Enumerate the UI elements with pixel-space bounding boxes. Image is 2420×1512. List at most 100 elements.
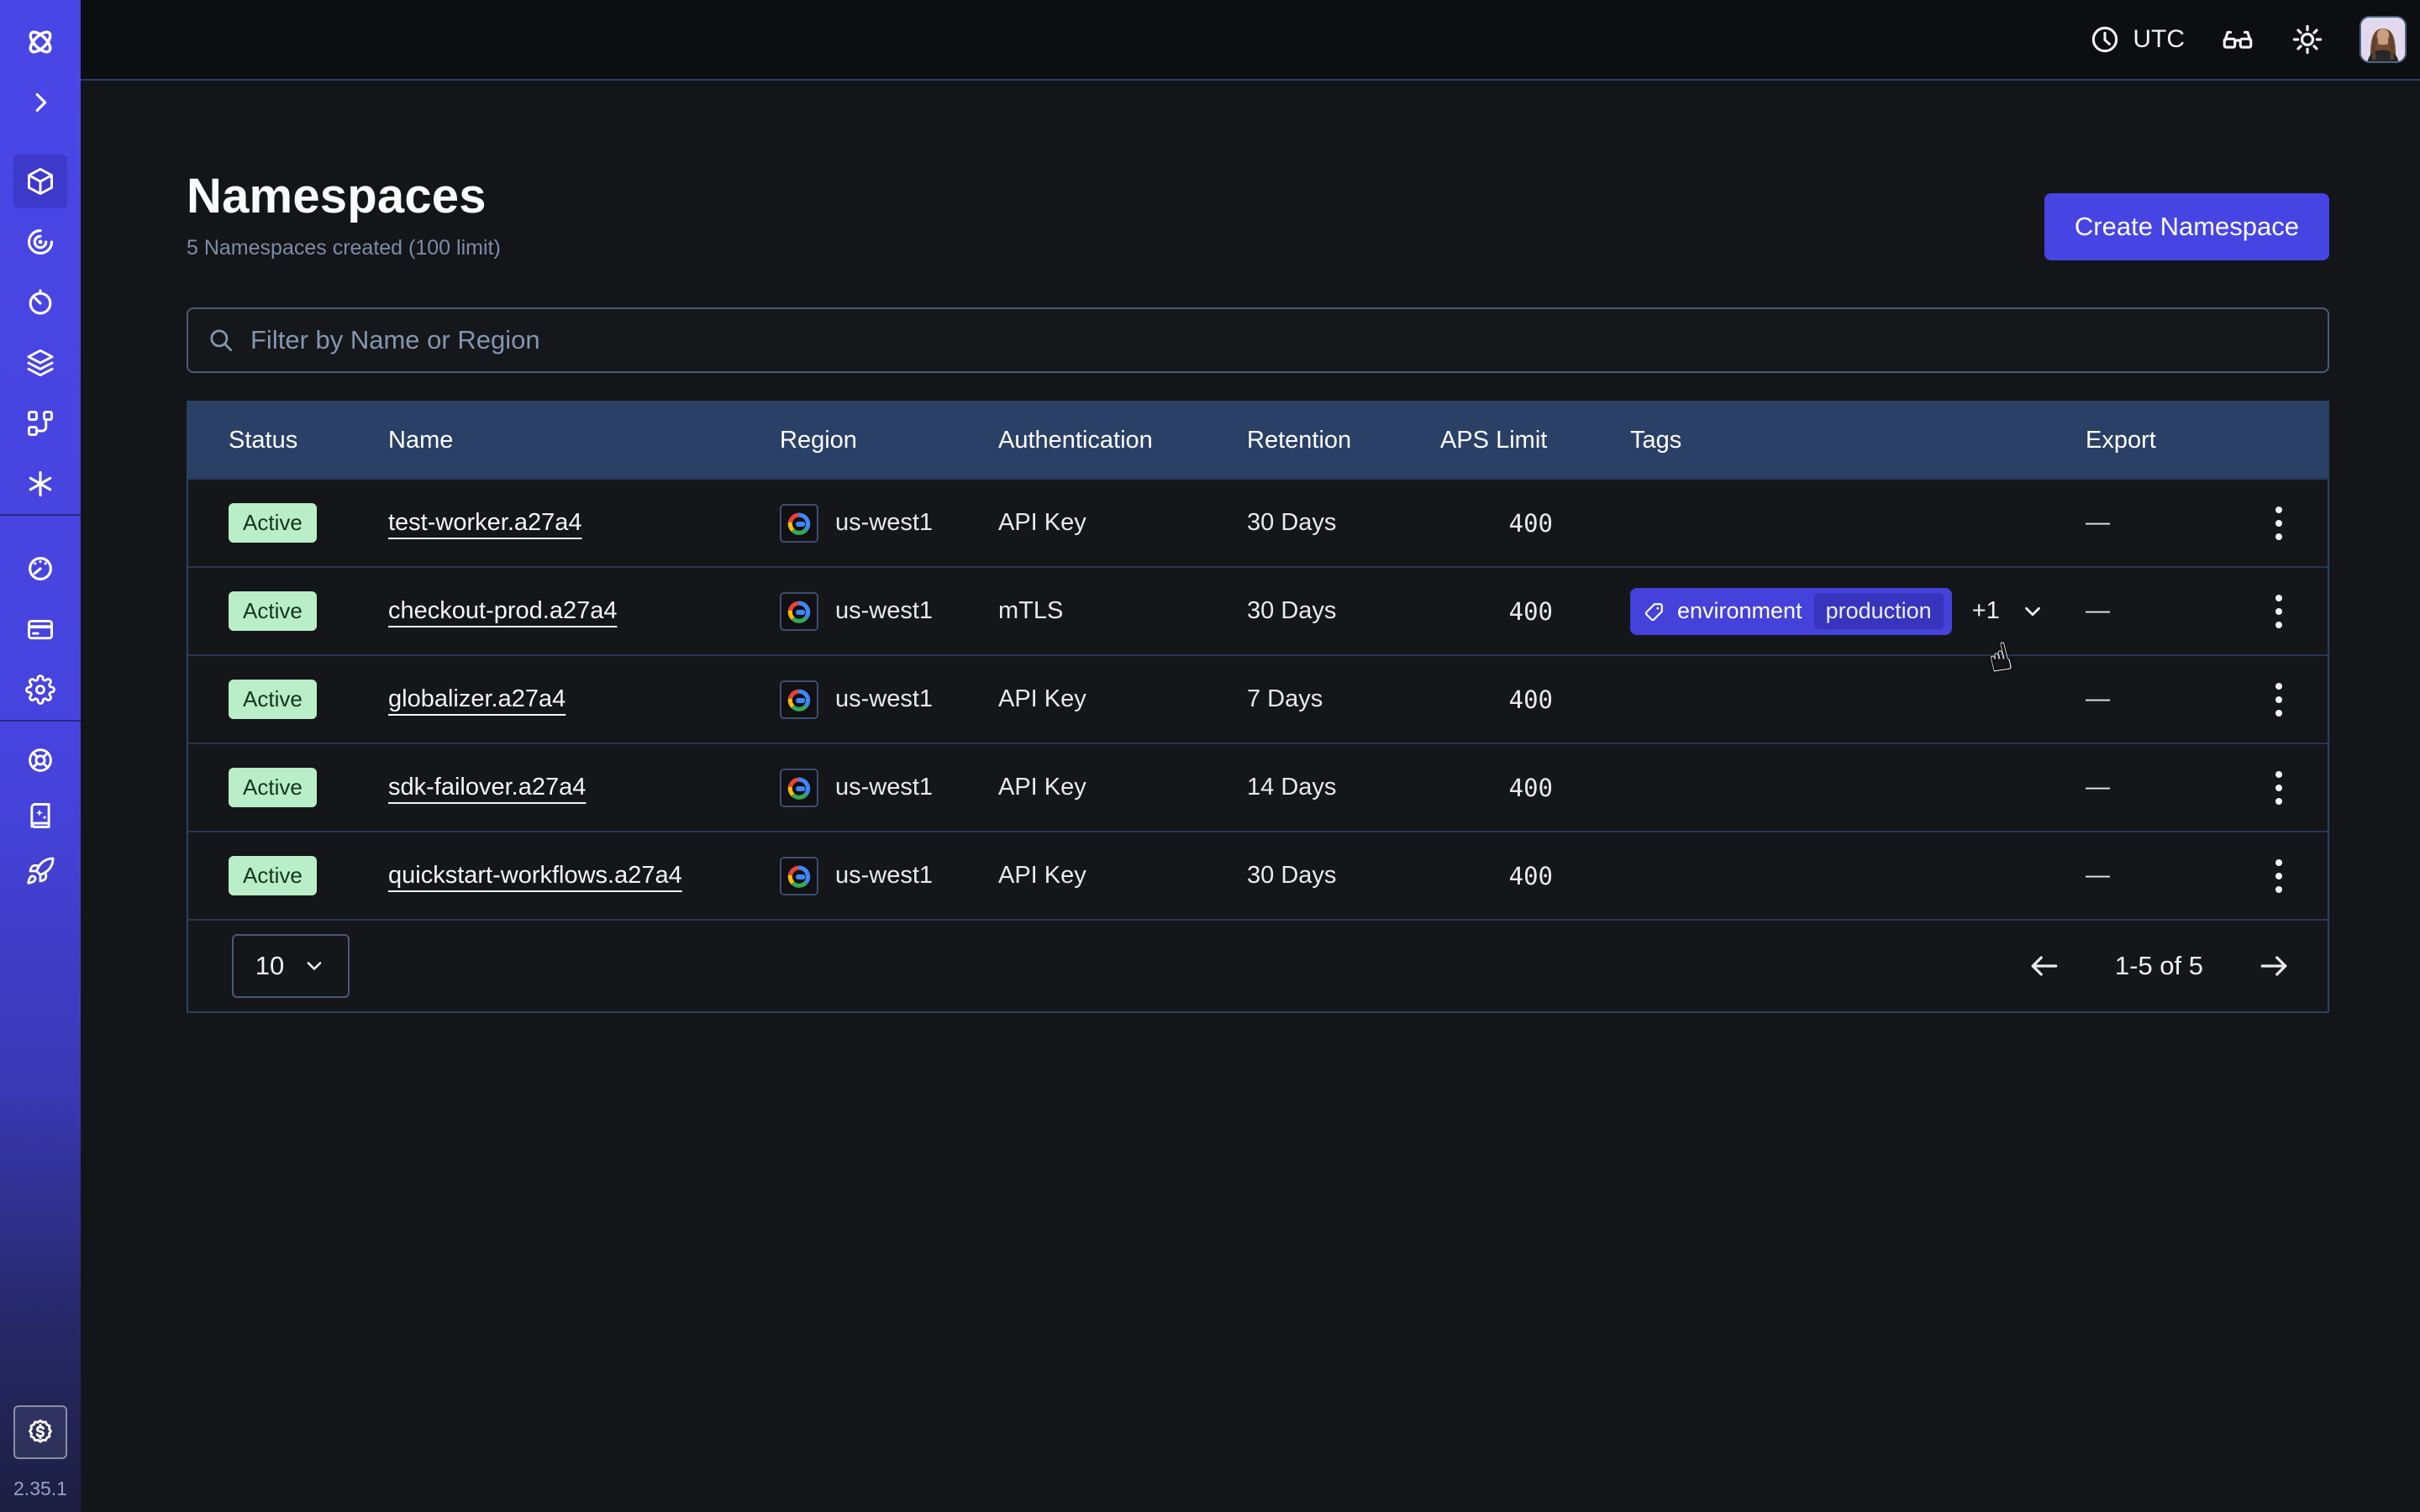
sidebar-item-usage[interactable]	[0, 538, 81, 599]
aps-limit-value: 400	[1440, 862, 1630, 890]
gcp-cloud-icon	[780, 769, 818, 807]
col-header-retention: Retention	[1247, 427, 1440, 454]
retention-value: 7 Days	[1247, 685, 1440, 713]
col-header-region: Region	[780, 427, 998, 454]
sidebar-item-schedules[interactable]	[0, 272, 81, 333]
temporal-logo-icon[interactable]	[0, 12, 81, 72]
retention-value: 30 Days	[1247, 509, 1440, 537]
pagination-controls: 1-5 of 5	[2028, 949, 2291, 983]
auth-value: API Key	[998, 774, 1247, 801]
gauge-icon	[25, 554, 55, 584]
status-badge: Active	[229, 856, 317, 895]
gear-icon	[25, 675, 55, 705]
previous-page-button[interactable]	[2028, 949, 2061, 983]
sidebar-divider	[0, 514, 81, 516]
gcp-cloud-icon	[780, 504, 818, 543]
status-badge: Active	[229, 591, 317, 631]
region-label: us-west1	[835, 774, 933, 801]
clock-icon	[2089, 24, 2121, 55]
table-row: Active globalizer.a27a4 us-west1 API Key…	[188, 654, 2328, 743]
namespace-link[interactable]: test-worker.a27a4	[388, 509, 582, 537]
table-row: Active test-worker.a27a4 us-west1 API Ke…	[188, 478, 2328, 566]
row-menu-button[interactable]	[2262, 853, 2296, 900]
cube-icon	[13, 155, 67, 208]
asterisk-icon	[25, 469, 55, 499]
sidebar: 2.35.1	[0, 0, 81, 1512]
sidebar-item-docs[interactable]	[0, 788, 81, 843]
book-sparkles-icon	[25, 801, 55, 831]
aps-limit-value: 400	[1440, 597, 1630, 626]
sidebar-item-getting-started[interactable]	[0, 843, 81, 899]
aps-limit-value: 400	[1440, 509, 1630, 538]
region-label: us-west1	[835, 862, 933, 890]
timer-icon	[25, 287, 55, 318]
auth-value: API Key	[998, 862, 1247, 890]
col-header-name: Name	[388, 427, 780, 454]
theme-toggle[interactable]	[2291, 23, 2324, 56]
table-row: Active sdk-failover.a27a4 us-west1 API K…	[188, 743, 2328, 831]
filter-search-input[interactable]	[250, 325, 2309, 355]
tags-expand-chevron-icon[interactable]	[2020, 599, 2045, 624]
timezone-selector[interactable]: UTC	[2089, 24, 2185, 55]
namespace-link[interactable]: quickstart-workflows.a27a4	[388, 862, 682, 890]
credits-button[interactable]	[13, 1405, 67, 1459]
topbar: UTC	[81, 0, 2420, 81]
page-title: Namespaces	[187, 168, 501, 224]
row-menu-button[interactable]	[2262, 764, 2296, 811]
export-value: —	[2086, 774, 2257, 801]
page-subtitle: 5 Namespaces created (100 limit)	[187, 236, 501, 260]
tag-key: environment	[1677, 598, 1802, 624]
sidebar-item-workflows[interactable]	[0, 212, 81, 272]
glasses-icon	[2220, 22, 2255, 57]
sidebar-item-support[interactable]	[0, 732, 81, 788]
labs-glasses-toggle[interactable]	[2220, 22, 2255, 57]
sidebar-item-nexus[interactable]	[0, 454, 81, 514]
auth-value: API Key	[998, 509, 1247, 537]
credit-card-icon	[25, 614, 55, 644]
col-header-status: Status	[229, 427, 388, 454]
gcp-cloud-icon	[780, 857, 818, 895]
sidebar-item-namespaces[interactable]	[0, 151, 81, 212]
table-header-row: Status Name Region Authentication Retent…	[188, 402, 2328, 478]
row-menu-button[interactable]	[2262, 588, 2296, 635]
page-header: Namespaces 5 Namespaces created (100 lim…	[187, 168, 2329, 260]
namespaces-table: Status Name Region Authentication Retent…	[187, 401, 2329, 1013]
tag-icon	[1644, 601, 1665, 622]
export-value: —	[2086, 597, 2257, 625]
auth-value: API Key	[998, 685, 1247, 713]
namespace-link[interactable]: globalizer.a27a4	[388, 685, 566, 713]
export-value: —	[2086, 685, 2257, 713]
aps-limit-value: 400	[1440, 774, 1630, 802]
pagination-range: 1-5 of 5	[2115, 951, 2203, 981]
sidebar-item-billing[interactable]	[0, 599, 81, 659]
col-header-tags: Tags	[1630, 427, 2086, 454]
col-header-authentication: Authentication	[998, 427, 1247, 454]
status-badge: Active	[229, 680, 317, 719]
retention-value: 30 Days	[1247, 597, 1440, 625]
next-page-button[interactable]	[2257, 949, 2291, 983]
tags-more-count: +1	[1972, 597, 2000, 625]
region-label: us-west1	[835, 685, 933, 713]
sidebar-item-batch-operations[interactable]	[0, 393, 81, 454]
namespace-link[interactable]: sdk-failover.a27a4	[388, 774, 586, 801]
table-row: Active checkout-prod.a27a4 us-west1 mTLS…	[188, 566, 2328, 654]
export-value: —	[2086, 862, 2257, 890]
row-menu-button[interactable]	[2262, 500, 2296, 547]
region-label: us-west1	[835, 597, 933, 625]
sidebar-item-settings[interactable]	[0, 659, 81, 720]
row-menu-button[interactable]	[2262, 676, 2296, 723]
status-badge: Active	[229, 503, 317, 543]
user-avatar[interactable]	[2360, 16, 2407, 63]
spiral-target-icon	[25, 227, 55, 257]
layers-icon	[25, 348, 55, 378]
create-namespace-button[interactable]: Create Namespace	[2044, 193, 2329, 260]
sidebar-item-deployments[interactable]	[0, 333, 81, 393]
gcp-cloud-icon	[780, 680, 818, 719]
filter-search-box[interactable]	[187, 307, 2329, 373]
sidebar-expand-chevron-icon[interactable]	[0, 72, 81, 133]
namespace-link[interactable]: checkout-prod.a27a4	[388, 597, 617, 625]
page-size-select[interactable]: 10	[232, 934, 350, 998]
retention-value: 30 Days	[1247, 862, 1440, 890]
page-size-value: 10	[255, 951, 284, 981]
tag-chip[interactable]: environment production	[1630, 588, 1952, 635]
